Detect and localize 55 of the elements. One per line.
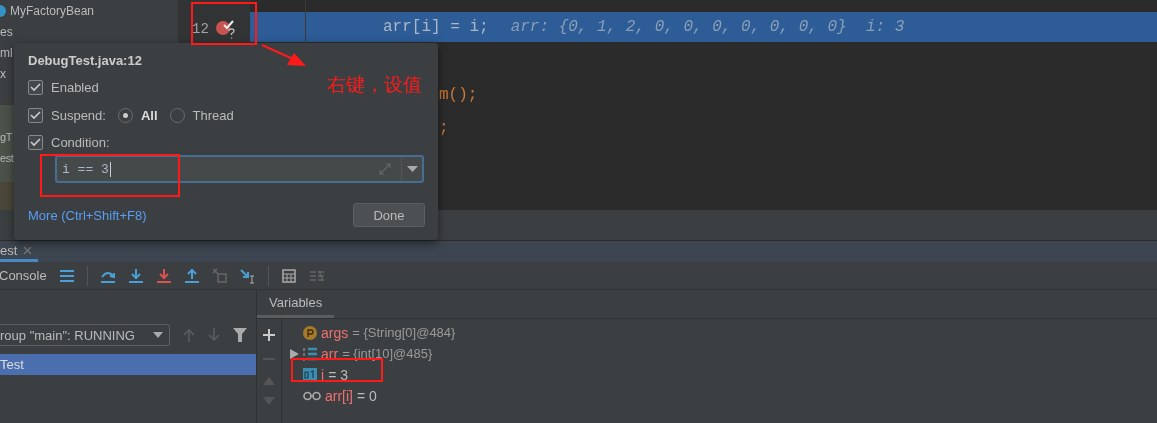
- variable-value: = 0: [357, 387, 377, 404]
- variable-name: arr[i]: [325, 387, 353, 404]
- variable-value: = 3: [328, 366, 348, 383]
- close-icon[interactable]: [23, 245, 33, 255]
- code-line: m();: [439, 85, 478, 104]
- inline-value-hint: arr: {0, 1, 2, 0, 0, 0, 0, 0, 0, 0} i: 3: [510, 18, 905, 36]
- tree-item[interactable]: MyFactoryBean: [10, 3, 95, 18]
- tree-item[interactable]: est: [0, 151, 14, 164]
- code-line: ;: [439, 118, 449, 137]
- caret-icon[interactable]: [406, 166, 418, 172]
- annotation-arrow: [261, 44, 307, 68]
- primitive-icon: [303, 367, 317, 382]
- tree-item[interactable]: gT: [0, 130, 13, 143]
- filter-icon[interactable]: [233, 328, 247, 342]
- suspend-checkbox[interactable]: [28, 107, 43, 123]
- variable-name: args: [321, 324, 349, 341]
- thread-dropdown[interactable]: roup "main": RUNNING: [0, 324, 170, 346]
- glasses-icon: [303, 390, 321, 401]
- condition-checkbox[interactable]: [28, 134, 43, 150]
- caret-icon: [153, 332, 163, 338]
- calculator-icon[interactable]: [280, 267, 297, 284]
- frame-item[interactable]: Test: [0, 354, 256, 375]
- run-to-cursor-icon[interactable]: [239, 267, 256, 284]
- step-out-icon[interactable]: [183, 267, 200, 284]
- radio-label: Thread: [192, 107, 234, 123]
- code-line: arr[i] = i;: [383, 18, 489, 36]
- step-into-icon[interactable]: [127, 267, 144, 284]
- add-icon[interactable]: [263, 329, 275, 341]
- line-number: 12: [192, 20, 209, 37]
- variable-value: = {int[10]@485}: [342, 346, 433, 361]
- expand-arrow-icon[interactable]: [290, 348, 299, 359]
- annotation-text: 右键，设值: [327, 73, 422, 97]
- checkbox-label: Enabled: [51, 79, 99, 95]
- console-tab[interactable]: Console: [0, 268, 47, 283]
- checkbox-label: Suspend:: [51, 107, 106, 123]
- condition-field[interactable]: i == 3: [55, 155, 424, 183]
- parameter-icon: [303, 325, 317, 340]
- menu-icon[interactable]: [58, 268, 75, 283]
- tree-item[interactable]: ml: [0, 45, 13, 60]
- tree-item[interactable]: es: [0, 24, 13, 39]
- force-step-into-icon[interactable]: [155, 267, 172, 284]
- array-icon: [303, 346, 317, 361]
- drop-frame-icon[interactable]: [211, 267, 228, 284]
- tree-item[interactable]: x: [0, 66, 6, 81]
- more-link[interactable]: More (Ctrl+Shift+F8): [28, 207, 147, 223]
- done-button[interactable]: Done: [353, 203, 425, 227]
- class-icon: [0, 4, 6, 17]
- variable-value: = {String[0]@484}: [352, 325, 456, 340]
- variable-name: i: [321, 366, 325, 383]
- enabled-checkbox[interactable]: [28, 79, 43, 95]
- highlight-frame: [191, 2, 257, 45]
- popup-title: DebugTest.java:12: [28, 53, 142, 70]
- checkbox-label: Condition:: [51, 134, 110, 150]
- variables-tab[interactable]: Variables: [257, 290, 335, 318]
- radio-label: All: [140, 107, 158, 123]
